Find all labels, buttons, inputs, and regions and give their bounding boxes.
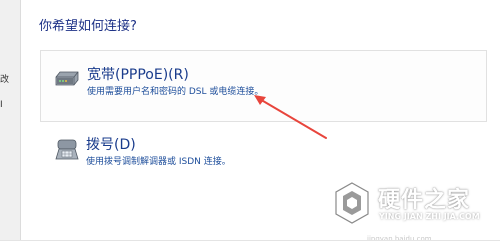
annotation-arrow — [254, 95, 327, 139]
left-background-panel: 改 I — [0, 0, 21, 250]
option-title: 宽带(PPPoE)(R) — [87, 67, 189, 83]
watermark-subtitle: YING JIAN ZHI JIA.COM — [379, 212, 480, 221]
watermark-logo-icon — [335, 182, 369, 224]
dialup-phone-icon — [54, 137, 80, 165]
dialog-heading: 你希望如何连接? — [39, 19, 137, 34]
left-panel-glyph: 改 — [0, 75, 10, 85]
watermark-title: 硬件之家 — [378, 188, 471, 213]
watermark: 硬件之家 YING JIAN ZHI JIA.COM jingyan.baidu… — [330, 178, 495, 244]
option-description: 使用拨号调制解调器或 ISDN 连接。 — [86, 157, 231, 167]
option-title: 拨号(D) — [86, 137, 136, 153]
option-description: 使用需要用户名和密码的 DSL 或电缆连接。 — [87, 87, 264, 97]
bottom-strip — [0, 240, 500, 250]
left-panel-glyph: I — [0, 100, 3, 110]
broadband-modem-icon — [54, 68, 80, 92]
